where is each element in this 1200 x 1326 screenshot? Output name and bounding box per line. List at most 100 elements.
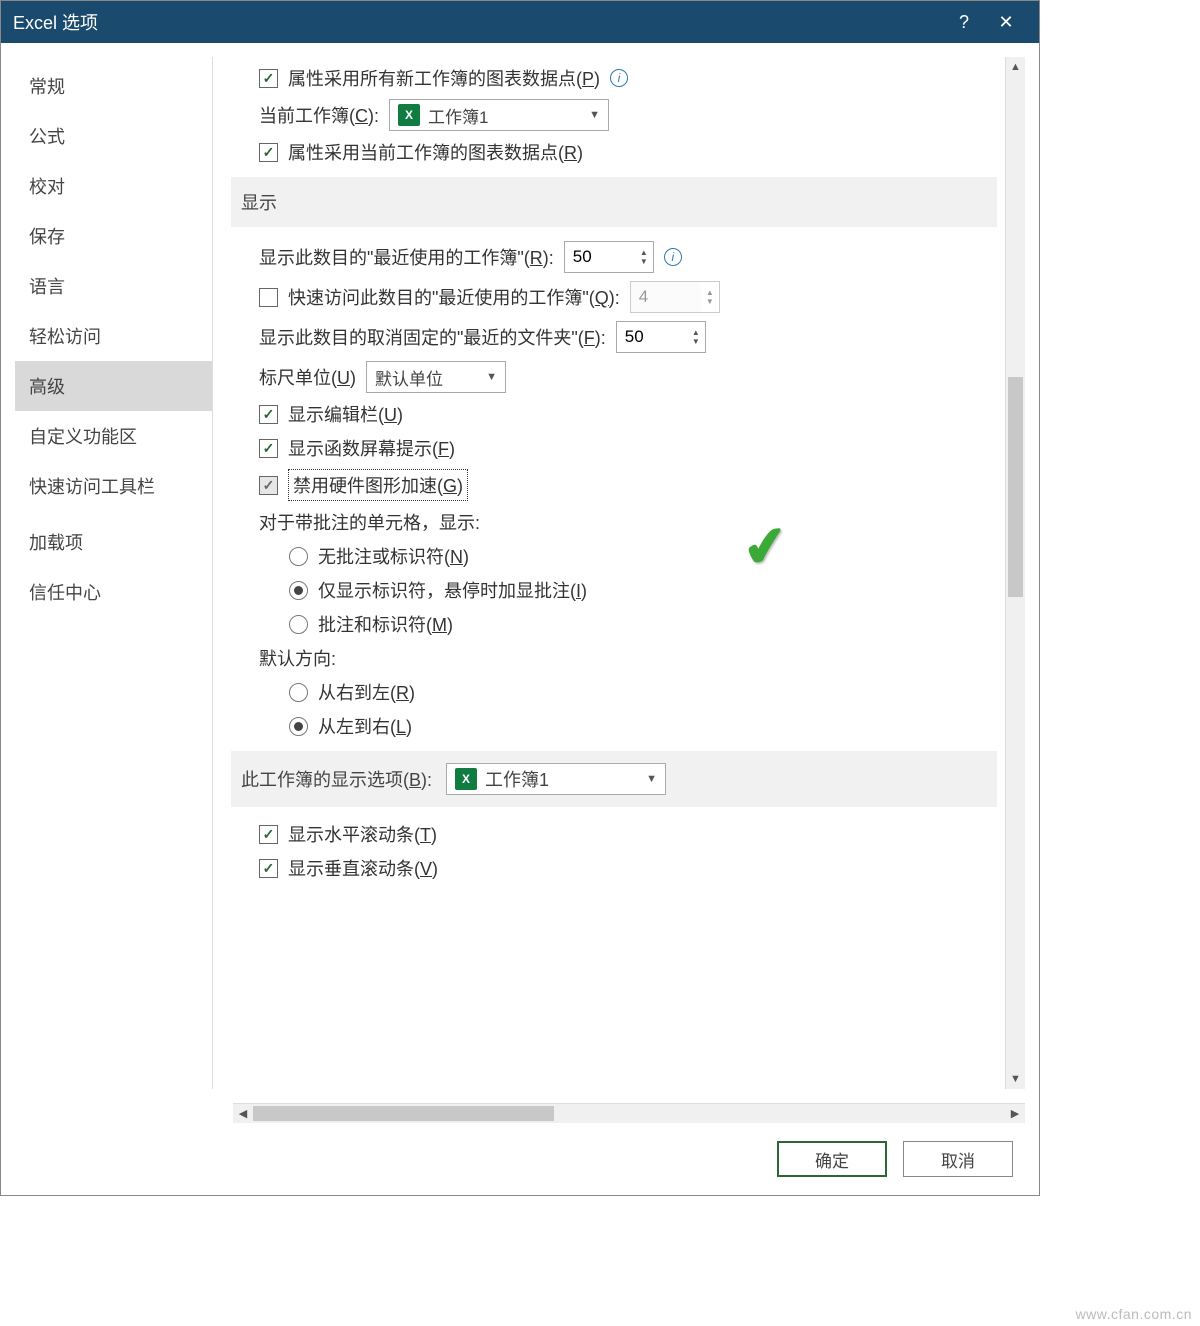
- sidebar-item-ease-of-access[interactable]: 轻松访问: [15, 311, 212, 361]
- label-show-formula-bar: 显示编辑栏(U): [288, 401, 403, 427]
- label-prop-current-wb: 属性采用当前工作簿的图表数据点(R): [288, 139, 583, 165]
- row-recent-folders: 显示此数目的取消固定的"最近的文件夹"(F): ▲▼: [231, 321, 997, 353]
- spin-down-icon[interactable]: ▼: [687, 337, 705, 346]
- help-button[interactable]: ?: [943, 1, 985, 43]
- row-direction-rtl: 从右到左(R): [231, 679, 997, 705]
- label-disable-hardware-acceleration: 禁用硬件图形加速(G): [288, 469, 468, 501]
- sidebar-item-customize-ribbon[interactable]: 自定义功能区: [15, 411, 212, 461]
- row-show-function-tips: 显示函数屏幕提示(F): [231, 435, 997, 461]
- row-comment-none: 无批注或标识符(N): [231, 543, 997, 569]
- checkbox-show-vscroll[interactable]: [259, 859, 278, 878]
- row-direction-ltr: 从左到右(L): [231, 713, 997, 739]
- checkbox-disable-hardware-acceleration[interactable]: [259, 476, 278, 495]
- input-quick-access-recent: [631, 282, 701, 312]
- row-disable-hardware-acceleration: 禁用硬件图形加速(G): [231, 469, 997, 501]
- radio-comment-both[interactable]: [289, 615, 308, 634]
- dropdown-ruler-units-value: 默认单位: [375, 365, 443, 390]
- row-show-vscroll: 显示垂直滚动条(V): [231, 855, 997, 881]
- label-comments-header: 对于带批注的单元格，显示:: [231, 509, 997, 535]
- section-header-workbook-display: 此工作簿的显示选项(B): X 工作簿1 ▼: [231, 751, 997, 807]
- sidebar-item-addins[interactable]: 加载项: [15, 517, 212, 567]
- watermark: www.cfan.com.cn: [1076, 1306, 1192, 1322]
- spin-up-icon: ▲: [701, 288, 719, 297]
- radio-direction-ltr[interactable]: [289, 717, 308, 736]
- sidebar-item-save[interactable]: 保存: [15, 211, 212, 261]
- sidebar-item-advanced[interactable]: 高级: [15, 361, 212, 411]
- label-quick-access-recent: 快速访问此数目的"最近使用的工作簿"(Q):: [288, 284, 620, 310]
- options-dialog: Excel 选项 ? ✕ 常规 公式 校对 保存 语言 轻松访问 高级 自定义功…: [0, 0, 1040, 1196]
- row-show-formula-bar: 显示编辑栏(U): [231, 401, 997, 427]
- sidebar-item-formulas[interactable]: 公式: [15, 111, 212, 161]
- checkbox-show-formula-bar[interactable]: [259, 405, 278, 424]
- label-show-hscroll: 显示水平滚动条(T): [288, 821, 437, 847]
- radio-comment-indicator[interactable]: [289, 581, 308, 600]
- radio-direction-rtl[interactable]: [289, 683, 308, 702]
- spin-down-icon: ▼: [701, 297, 719, 306]
- dialog-body: 常规 公式 校对 保存 语言 轻松访问 高级 自定义功能区 快速访问工具栏 加载…: [1, 43, 1039, 1103]
- horizontal-scrollbar[interactable]: ◀ ▶: [233, 1103, 1025, 1123]
- checkbox-show-hscroll[interactable]: [259, 825, 278, 844]
- scroll-up-icon[interactable]: ▲: [1006, 57, 1025, 77]
- sidebar-item-quick-access-toolbar[interactable]: 快速访问工具栏: [15, 461, 212, 511]
- label-comment-both: 批注和标识符(M): [318, 611, 453, 637]
- vertical-scrollbar[interactable]: ▲ ▼: [1005, 57, 1025, 1089]
- window-title: Excel 选项: [13, 9, 943, 35]
- scroll-left-icon[interactable]: ◀: [233, 1104, 253, 1123]
- label-recent-workbooks: 显示此数目的"最近使用的工作簿"(R):: [259, 244, 554, 270]
- label-show-vscroll: 显示垂直滚动条(V): [288, 855, 438, 881]
- dropdown-workbook-display[interactable]: X 工作簿1 ▼: [446, 763, 666, 795]
- content-area: ✔ 属性采用所有新工作簿的图表数据点(P) i 当前工作簿(C): X 工作: [213, 57, 1025, 1089]
- close-button[interactable]: ✕: [985, 1, 1027, 43]
- row-ruler-units: 标尺单位(U) 默认单位 ▼: [231, 361, 997, 393]
- row-prop-current-wb: 属性采用当前工作簿的图表数据点(R): [231, 139, 997, 165]
- cancel-button[interactable]: 取消: [903, 1141, 1013, 1177]
- ok-button[interactable]: 确定: [777, 1141, 887, 1177]
- spin-up-icon[interactable]: ▲: [687, 328, 705, 337]
- dropdown-current-workbook-value: 工作簿1: [428, 103, 488, 128]
- spinner-recent-folders[interactable]: ▲▼: [616, 321, 706, 353]
- spinner-quick-access-recent: ▲▼: [630, 281, 720, 313]
- sidebar-item-language[interactable]: 语言: [15, 261, 212, 311]
- radio-comment-none[interactable]: [289, 547, 308, 566]
- caret-down-icon: ▼: [634, 773, 657, 785]
- excel-icon: X: [398, 104, 420, 126]
- info-icon[interactable]: i: [610, 69, 628, 87]
- row-comment-both: 批注和标识符(M): [231, 611, 997, 637]
- dropdown-ruler-units[interactable]: 默认单位 ▼: [366, 361, 506, 393]
- dropdown-current-workbook[interactable]: X 工作簿1 ▼: [389, 99, 609, 131]
- row-prop-all-new-wb: 属性采用所有新工作簿的图表数据点(P) i: [231, 65, 997, 91]
- row-show-hscroll: 显示水平滚动条(T): [231, 821, 997, 847]
- label-current-workbook: 当前工作簿(C):: [259, 102, 379, 128]
- sidebar-item-trust-center[interactable]: 信任中心: [15, 567, 212, 617]
- label-prop-all-new-wb: 属性采用所有新工作簿的图表数据点(P): [288, 65, 600, 91]
- caret-down-icon: ▼: [474, 371, 497, 383]
- scroll-thumb-h[interactable]: [253, 1106, 554, 1121]
- label-direction-header: 默认方向:: [231, 645, 997, 671]
- input-recent-workbooks[interactable]: [565, 242, 635, 272]
- section-header-display: 显示: [231, 177, 997, 227]
- sidebar-item-general[interactable]: 常规: [15, 61, 212, 111]
- label-ruler-units: 标尺单位(U): [259, 364, 356, 390]
- row-recent-workbooks: 显示此数目的"最近使用的工作簿"(R): ▲▼ i: [231, 241, 997, 273]
- content-pane: ✔ 属性采用所有新工作簿的图表数据点(P) i 当前工作簿(C): X 工作: [213, 57, 1005, 1089]
- scroll-thumb[interactable]: [1008, 377, 1023, 597]
- spinner-recent-workbooks[interactable]: ▲▼: [564, 241, 654, 273]
- info-icon[interactable]: i: [664, 248, 682, 266]
- scroll-right-icon[interactable]: ▶: [1005, 1104, 1025, 1123]
- checkbox-show-function-tips[interactable]: [259, 439, 278, 458]
- row-current-workbook: 当前工作簿(C): X 工作簿1 ▼: [231, 99, 997, 131]
- row-quick-access-recent: 快速访问此数目的"最近使用的工作簿"(Q): ▲▼: [231, 281, 997, 313]
- dropdown-workbook-display-value: 工作簿1: [485, 766, 549, 792]
- row-comment-indicator: 仅显示标识符，悬停时加显批注(I): [231, 577, 997, 603]
- spin-down-icon[interactable]: ▼: [635, 257, 653, 266]
- label-direction-rtl: 从右到左(R): [318, 679, 415, 705]
- scroll-down-icon[interactable]: ▼: [1006, 1069, 1025, 1089]
- checkbox-quick-access-recent[interactable]: [259, 288, 278, 307]
- checkbox-prop-all-new-wb[interactable]: [259, 69, 278, 88]
- titlebar: Excel 选项 ? ✕: [1, 1, 1039, 43]
- sidebar-item-proofing[interactable]: 校对: [15, 161, 212, 211]
- spin-up-icon[interactable]: ▲: [635, 248, 653, 257]
- dialog-footer: 确定 取消: [1, 1129, 1039, 1195]
- checkbox-prop-current-wb[interactable]: [259, 143, 278, 162]
- input-recent-folders[interactable]: [617, 322, 687, 352]
